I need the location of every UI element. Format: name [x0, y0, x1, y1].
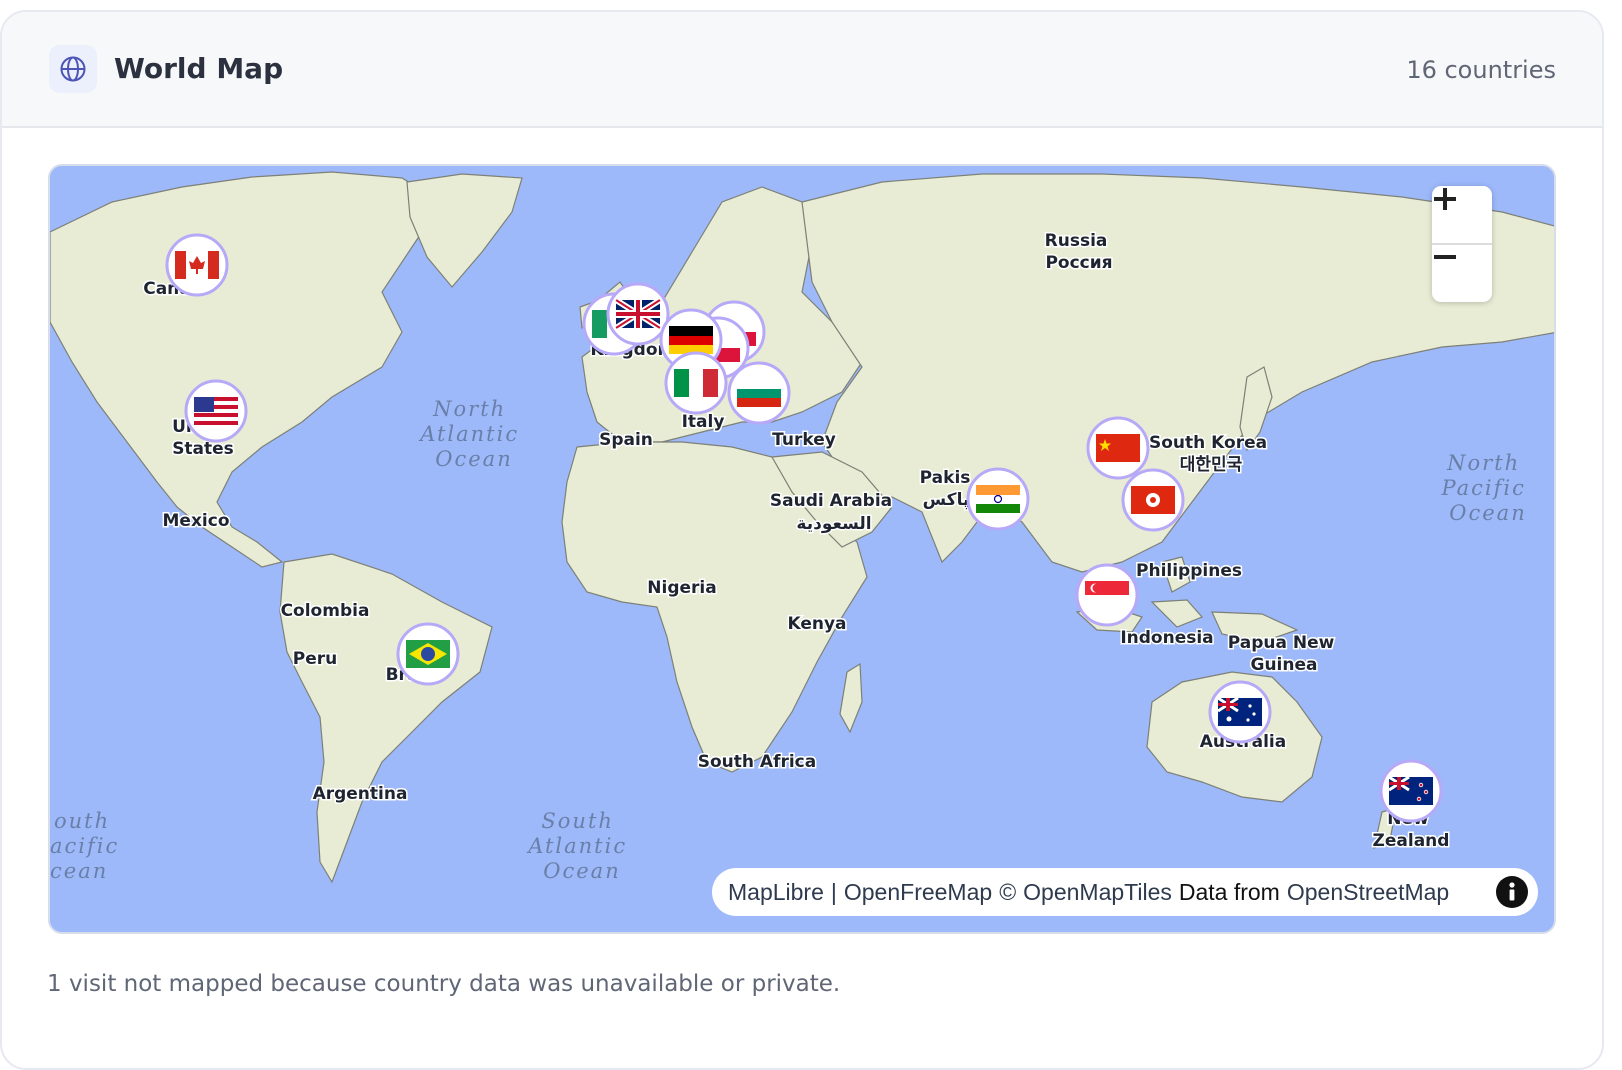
- zoom-in-button[interactable]: [1432, 186, 1492, 244]
- label-mexico: Mexico: [163, 511, 230, 531]
- label-italy: Italy: [682, 412, 725, 432]
- attribution-data-from: Data from: [1178, 878, 1280, 905]
- marker-brazil[interactable]: [396, 622, 460, 686]
- marker-italy[interactable]: [664, 351, 728, 415]
- attribution-maplibre-link[interactable]: MapLibre: [728, 879, 824, 906]
- world-map[interactable]: North Atlantic Ocean South Atlantic Ocea…: [48, 164, 1556, 934]
- unmapped-visits-note: 1 visit not mapped because country data …: [47, 971, 841, 997]
- globe-icon: [49, 45, 97, 93]
- attribution-copyright: ©: [999, 878, 1017, 905]
- marker-united-kingdom[interactable]: [606, 282, 670, 346]
- label-argentina: Argentina: [313, 784, 408, 804]
- marker-hong-kong[interactable]: [1121, 468, 1185, 532]
- attribution-separator: |: [830, 878, 837, 905]
- label-colombia: Colombia: [281, 601, 370, 621]
- marker-china[interactable]: [1086, 416, 1150, 480]
- marker-australia[interactable]: [1208, 680, 1272, 744]
- label-turkey: Turkey: [772, 430, 836, 450]
- marker-singapore[interactable]: [1075, 563, 1139, 627]
- card-title: World Map: [114, 52, 284, 85]
- label-indonesia: Indonesia: [1120, 628, 1213, 648]
- marker-bulgaria[interactable]: [727, 361, 791, 425]
- label-spain: Spain: [599, 430, 653, 450]
- info-icon[interactable]: [1496, 876, 1528, 908]
- country-count: 16 countries: [1406, 56, 1556, 84]
- plus-icon: [1434, 188, 1456, 210]
- minus-icon: [1434, 255, 1456, 259]
- ocean-label-north-pacific: North Pacific Ocean: [1440, 451, 1534, 525]
- label-south-africa: South Africa: [698, 752, 817, 772]
- zoom-out-button[interactable]: [1432, 244, 1492, 302]
- map-canvas[interactable]: North Atlantic Ocean South Atlantic Ocea…: [50, 166, 1556, 934]
- marker-united-states[interactable]: [184, 379, 248, 443]
- label-nigeria: Nigeria: [647, 578, 716, 598]
- attribution-openmaptiles-link[interactable]: OpenMapTiles: [1023, 879, 1172, 906]
- zoom-control: [1432, 186, 1492, 302]
- marker-india[interactable]: [966, 467, 1030, 531]
- attribution-openfreemap-link[interactable]: OpenFreeMap: [844, 879, 992, 906]
- marker-canada[interactable]: [165, 233, 229, 297]
- attribution-openstreetmap-link[interactable]: OpenStreetMap: [1287, 879, 1449, 906]
- label-philippines: Philippines: [1136, 561, 1242, 581]
- ocean-label-south-atlantic: South Atlantic Ocean: [526, 809, 636, 883]
- ocean-label-north-atlantic: North Atlantic Ocean: [418, 397, 528, 471]
- marker-new-zealand[interactable]: [1379, 759, 1443, 823]
- label-kenya: Kenya: [787, 614, 846, 634]
- card-header: World Map 16 countries: [2, 12, 1602, 128]
- map-attribution: MapLibre | OpenFreeMap © OpenMapTiles Da…: [712, 868, 1538, 916]
- label-peru: Peru: [293, 649, 337, 669]
